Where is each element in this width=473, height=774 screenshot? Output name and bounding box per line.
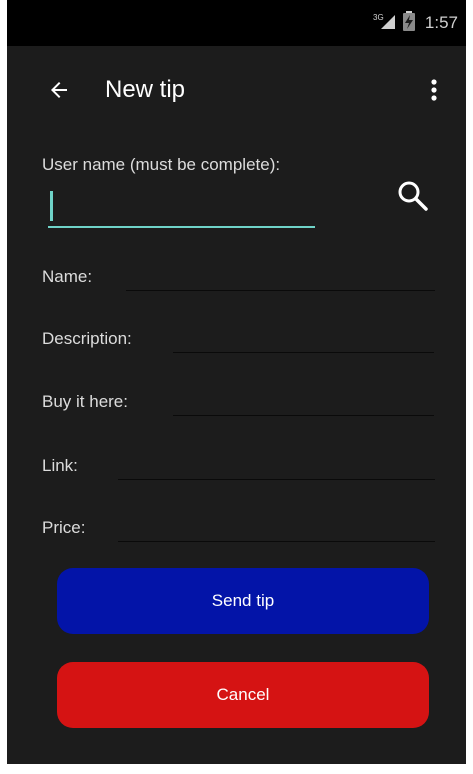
price-label: Price: xyxy=(42,518,86,537)
search-icon xyxy=(398,181,428,211)
description-input[interactable] xyxy=(173,322,434,353)
username-input[interactable] xyxy=(48,196,315,228)
send-tip-button[interactable]: Send tip xyxy=(57,568,429,634)
status-icons: 3G 1:57 xyxy=(373,0,458,46)
battery-icon xyxy=(402,10,415,36)
price-input[interactable] xyxy=(118,511,435,542)
signal-3g-icon: 3G xyxy=(373,12,397,35)
more-vert-icon xyxy=(431,79,437,101)
status-time: 1:57 xyxy=(424,13,458,32)
arrow-left-icon xyxy=(51,82,67,98)
name-input[interactable] xyxy=(126,260,435,291)
page-title: New tip xyxy=(105,76,186,103)
overflow-menu-button[interactable] xyxy=(422,74,446,106)
description-label: Description: xyxy=(42,329,132,348)
status-bar: 3G 1:57 xyxy=(7,0,466,46)
cancel-button[interactable]: Cancel xyxy=(57,662,429,728)
text-cursor xyxy=(50,191,53,221)
back-button[interactable] xyxy=(43,74,75,106)
link-input[interactable] xyxy=(118,449,435,480)
username-label: User name (must be complete): xyxy=(42,155,281,174)
search-button[interactable] xyxy=(393,176,433,216)
name-label: Name: xyxy=(42,267,93,286)
app-bar: New tip xyxy=(7,46,466,138)
buy-it-here-label: Buy it here: xyxy=(42,392,128,411)
link-label: Link: xyxy=(42,456,78,475)
device-screen: 3G 1:57 New tip User name (must be compl… xyxy=(7,0,466,764)
network-type-text: 3G xyxy=(373,13,384,22)
buy-it-here-input[interactable] xyxy=(173,385,434,416)
